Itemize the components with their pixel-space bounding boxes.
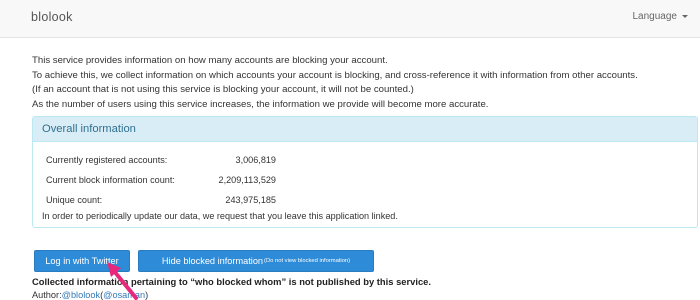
stats-list: Currently registered accounts: 3,006,819… <box>46 155 276 215</box>
intro-line: (If an account that is not using this se… <box>32 84 414 96</box>
stat-row: Currently registered accounts: 3,006,819 <box>46 155 276 175</box>
hide-button-sublabel: (Do not view blocked information) <box>264 258 351 264</box>
intro-line: To achieve this, we collect information … <box>32 69 638 81</box>
stat-label: Currently registered accounts: <box>46 155 168 165</box>
hide-button-label: Hide blocked information <box>161 256 264 266</box>
stat-row: Current block information count: 2,209,1… <box>46 175 276 195</box>
language-label: Language <box>632 11 678 22</box>
author-link-blolook[interactable]: @blolook <box>62 290 100 300</box>
language-dropdown[interactable]: Language <box>632 11 688 22</box>
stat-value: 243,975,185 <box>225 195 276 205</box>
intro-line: As the number of users using this servic… <box>32 98 489 110</box>
stat-value: 3,006,819 <box>235 155 276 165</box>
brand-logo[interactable]: blolook <box>31 10 73 24</box>
intro-line: This service provides information on how… <box>32 55 388 66</box>
hide-blocked-button[interactable]: Hide blocked information (Do not view blo… <box>138 250 374 272</box>
top-navbar: blolook Language <box>0 0 700 38</box>
stat-label: Current block information count: <box>46 175 175 185</box>
stat-label: Unique count: <box>46 195 103 205</box>
author-prefix: Author: <box>32 290 62 300</box>
pointer-arrow-icon <box>107 262 138 300</box>
author-paren-close: ) <box>145 290 149 300</box>
caret-down-icon <box>682 15 688 18</box>
stat-value: 2,209,113,529 <box>218 175 276 185</box>
panel-heading: Overall information <box>33 117 697 142</box>
intro-text: This service provides information on how… <box>32 54 638 112</box>
link-note: In order to periodically update our data… <box>42 211 398 221</box>
disclaimer-text: Collected information pertaining to “who… <box>32 276 432 287</box>
overall-info-panel: Overall information Currently registered… <box>32 116 698 228</box>
